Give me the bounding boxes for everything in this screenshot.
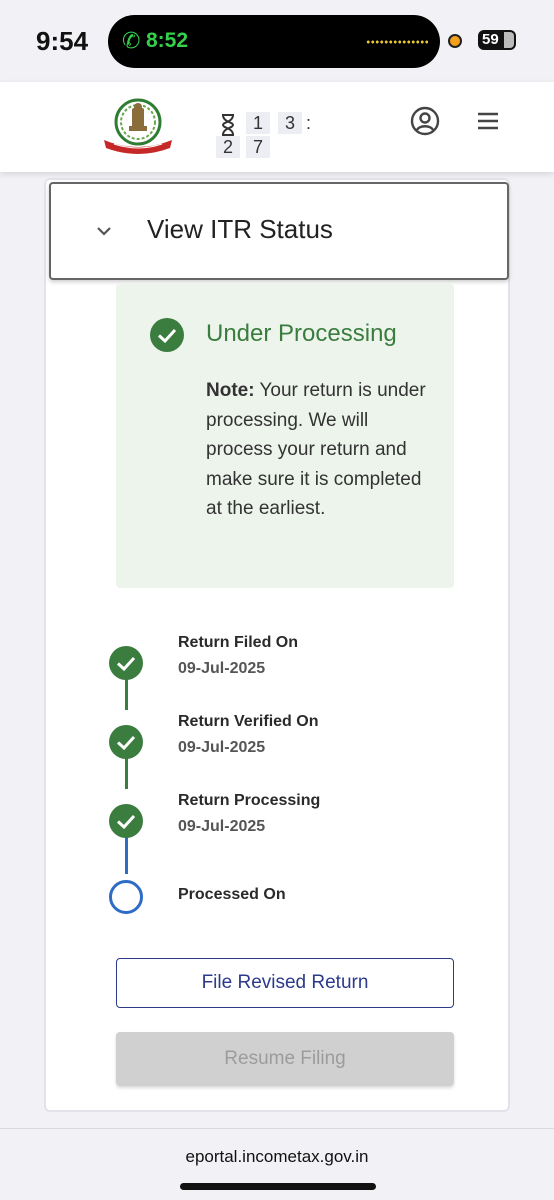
note-label: Note:: [206, 380, 255, 401]
timeline-step-date: 09-Jul-2025: [178, 660, 266, 677]
resume-filing-button[interactable]: Resume Filing: [116, 1032, 454, 1086]
battery-level: 59: [482, 31, 499, 48]
itr-status-card: View ITR Status Under Processing Note: Y…: [44, 178, 510, 1112]
timer-separator: :: [306, 113, 312, 133]
status-timeline: Return Filed On 09-Jul-2025 Return Verif…: [106, 630, 466, 920]
timeline-step-date: 09-Jul-2025: [178, 739, 266, 756]
timer-digit: 1: [246, 112, 270, 134]
phone-icon: ✆: [122, 28, 141, 53]
profile-icon[interactable]: [410, 106, 440, 136]
status-time: 9:54: [36, 26, 89, 56]
browser-url-bar[interactable]: eportal.incometax.gov.in: [0, 1128, 554, 1200]
hamburger-menu-icon[interactable]: [476, 110, 500, 132]
timer-digit: 3: [278, 112, 302, 134]
home-indicator[interactable]: [180, 1183, 376, 1190]
status-note: Note: Your return is under processing. W…: [206, 376, 434, 524]
timeline-check-icon: [109, 725, 143, 759]
income-tax-logo-icon[interactable]: [100, 96, 176, 158]
timer-digit: 7: [246, 136, 270, 158]
url-text[interactable]: eportal.incometax.gov.in: [0, 1147, 554, 1167]
battery-fill: [504, 32, 514, 48]
timeline-step-label: Processed On: [178, 886, 286, 903]
screen: 9:54 ✆ 8:52 59 1 3 : 2 7 View ITR Status…: [0, 0, 554, 1200]
check-circle-icon: [150, 318, 184, 352]
file-revised-return-button[interactable]: File Revised Return: [116, 958, 454, 1008]
accordion-title: View ITR Status: [147, 214, 333, 244]
status-panel: Under Processing Note: Your return is un…: [116, 284, 454, 588]
timeline-step-label: Return Verified On: [178, 713, 319, 730]
timeline-pending-circle-icon: [109, 880, 143, 914]
battery-icon: 59: [478, 30, 516, 50]
hourglass-icon: [221, 114, 235, 136]
recording-indicator-icon: [448, 34, 462, 48]
session-timer: 1 3 : 2 7: [216, 112, 316, 162]
timeline-check-icon: [109, 804, 143, 838]
chevron-down-icon[interactable]: [95, 222, 113, 240]
timeline-check-icon: [109, 646, 143, 680]
status-bar: 9:54 ✆ 8:52 59: [0, 0, 554, 82]
call-timer: 8:52: [146, 29, 189, 52]
dynamic-island[interactable]: ✆ 8:52: [108, 15, 440, 68]
timer-digit: 2: [216, 136, 240, 158]
timeline-step-label: Return Filed On: [178, 634, 298, 651]
status-title: Under Processing: [206, 320, 397, 347]
timeline-step-date: 09-Jul-2025: [178, 818, 266, 835]
timeline-step-label: Return Processing: [178, 792, 321, 809]
view-itr-status-accordion[interactable]: View ITR Status: [49, 182, 509, 280]
site-header: 1 3 : 2 7: [0, 82, 554, 172]
audio-waveform-icon: [366, 39, 428, 45]
